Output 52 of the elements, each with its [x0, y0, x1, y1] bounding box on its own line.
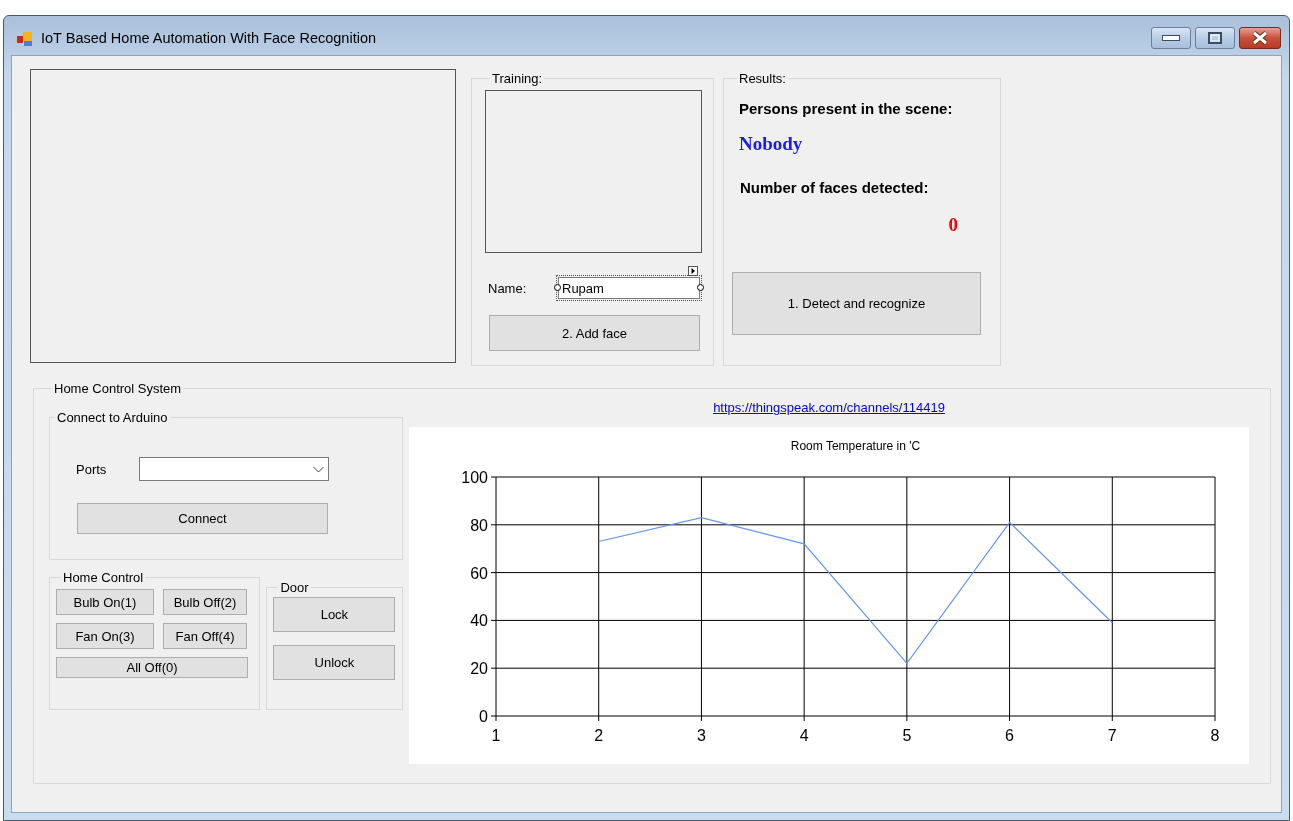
- resize-handle-icon[interactable]: [697, 284, 704, 291]
- resize-handle-icon[interactable]: [554, 284, 561, 291]
- door-button[interactable]: Lock: [273, 597, 396, 632]
- control-button[interactable]: Fan Off(4): [163, 623, 247, 649]
- persons-label: Persons present in the scene:: [739, 100, 954, 117]
- faces-count: 0: [948, 214, 958, 236]
- name-field[interactable]: Rupam: [558, 277, 700, 299]
- axis-tick-label: 0: [479, 708, 488, 725]
- minimize-icon: [1162, 35, 1180, 41]
- maximize-button[interactable]: [1195, 27, 1235, 49]
- chart-title: Room Temperature in 'C: [790, 439, 921, 453]
- maximize-icon: [1208, 32, 1222, 44]
- close-icon: [1251, 31, 1269, 45]
- axis-tick-label: 1: [491, 727, 501, 744]
- group-title: Training:: [491, 71, 544, 86]
- faces-label: Number of faces detected:: [740, 179, 930, 196]
- group-title: Results:: [738, 71, 787, 86]
- door-button[interactable]: Unlock: [273, 645, 396, 680]
- control-button[interactable]: All Off(0): [56, 657, 248, 678]
- ports-dropdown[interactable]: [139, 457, 329, 481]
- ports-label: Ports: [76, 461, 108, 477]
- add-face-button[interactable]: 2. Add face: [489, 315, 700, 351]
- axis-tick-label: 40: [470, 612, 488, 630]
- name-label: Name:: [487, 280, 528, 296]
- app-icon: [17, 32, 33, 46]
- axis-tick-label: 4: [799, 727, 809, 744]
- window-title: IoT Based Home Automation With Face Recognition: [41, 30, 376, 46]
- axis-tick-label: 2: [594, 727, 604, 744]
- control-button[interactable]: Bulb On(1): [56, 589, 154, 615]
- group-title: Door: [279, 580, 310, 595]
- axis-tick-label: 5: [902, 727, 912, 744]
- axis-tick-label: 3: [697, 727, 706, 744]
- smart-tag-icon[interactable]: [688, 266, 698, 276]
- axis-tick-label: 60: [470, 564, 488, 582]
- close-button[interactable]: [1239, 27, 1281, 49]
- axis-tick-label: 6: [1005, 727, 1014, 744]
- connect-button[interactable]: Connect: [77, 503, 328, 534]
- group-title: Home Control System: [53, 381, 183, 396]
- chevron-down-icon: [313, 465, 324, 473]
- group-title: Home Control: [62, 570, 145, 585]
- group-title: Connect to Arduino: [56, 410, 169, 425]
- channel-link[interactable]: https://thingspeak.com/channels/114419: [713, 400, 945, 418]
- control-button[interactable]: Bulb Off(2): [163, 589, 247, 615]
- axis-tick-label: 20: [470, 660, 488, 678]
- control-button[interactable]: Fan On(3): [56, 623, 154, 649]
- axis-tick-label: 7: [1107, 727, 1117, 744]
- axis-tick-label: 100: [461, 469, 488, 486]
- axis-tick-label: 8: [1210, 727, 1220, 744]
- persons-value: Nobody: [739, 133, 804, 155]
- minimize-button[interactable]: [1151, 27, 1191, 49]
- axis-tick-label: 80: [470, 516, 488, 534]
- detect-button[interactable]: 1. Detect and recognize: [732, 272, 981, 335]
